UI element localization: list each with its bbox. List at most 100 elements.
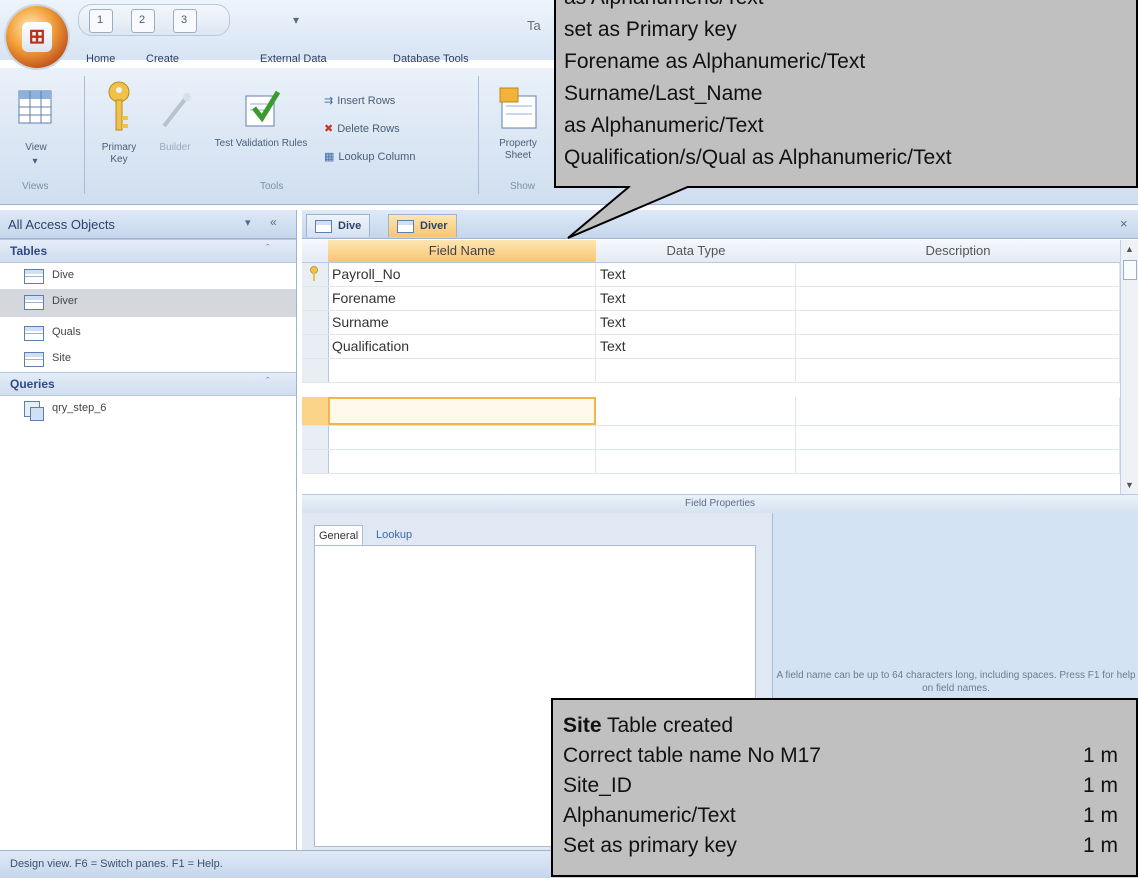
- callout-line: Correct table name No M17: [563, 744, 821, 767]
- table-row[interactable]: Surname Text: [302, 311, 1120, 335]
- nav-item-diver[interactable]: Diver: [0, 289, 296, 317]
- tab-diver[interactable]: Diver: [388, 214, 457, 237]
- callout-mark: 1 m: [1083, 744, 1119, 767]
- description-cell[interactable]: [796, 426, 1120, 449]
- row-selector[interactable]: [302, 397, 329, 425]
- qat-redo-button[interactable]: 3: [173, 9, 197, 33]
- office-button[interactable]: ⊞: [6, 6, 68, 68]
- table-row[interactable]: [302, 426, 1120, 450]
- view-label: View: [25, 142, 47, 153]
- close-icon[interactable]: ×: [1120, 216, 1128, 231]
- row-selector[interactable]: [302, 426, 329, 449]
- column-header-data-type[interactable]: Data Type: [596, 240, 797, 263]
- nav-group-queries[interactable]: Queries ˆ: [0, 372, 296, 396]
- table-row[interactable]: [302, 450, 1120, 474]
- data-type-cell[interactable]: Text: [596, 263, 796, 286]
- tab-lookup[interactable]: Lookup: [372, 525, 416, 545]
- row-selector[interactable]: [302, 311, 329, 334]
- tab-external-data[interactable]: External Data: [260, 53, 327, 65]
- description-cell[interactable]: [796, 263, 1120, 286]
- callout-title: Site Table created: [563, 714, 733, 738]
- nav-item-qry-step-6[interactable]: qry_step_6: [0, 396, 296, 422]
- scroll-down-icon[interactable]: ▼: [1125, 480, 1134, 490]
- vertical-scrollbar[interactable]: ▲ ▼: [1120, 240, 1138, 494]
- description-cell[interactable]: [796, 397, 1120, 425]
- field-name-cell[interactable]: Forename: [328, 287, 596, 310]
- tab-home[interactable]: Home: [86, 53, 115, 65]
- builder-label: Builder: [159, 142, 191, 153]
- nav-group-tables[interactable]: Tables ˆ: [0, 239, 296, 263]
- callout-line: Forename as Alphanumeric/Text: [564, 50, 866, 73]
- nav-item-label: qry_step_6: [52, 402, 107, 414]
- chevron-down-icon[interactable]: ▾: [245, 216, 251, 229]
- table-row[interactable]: Qualification Text: [302, 335, 1120, 359]
- callout-top: as Alphanumeric/Text set as Primary key …: [554, 0, 1138, 188]
- row-selector[interactable]: [302, 287, 329, 310]
- data-type-cell[interactable]: [596, 397, 796, 425]
- tab-database-tools[interactable]: Database Tools: [393, 53, 469, 65]
- table-row-current[interactable]: [302, 397, 1120, 426]
- description-cell[interactable]: [796, 335, 1120, 358]
- nav-item-site[interactable]: Site: [0, 346, 296, 372]
- data-type-cell[interactable]: [596, 450, 796, 473]
- field-properties-bar: Field Properties: [302, 494, 1138, 514]
- tab-create[interactable]: Create: [146, 53, 179, 65]
- data-type-cell[interactable]: Text: [596, 335, 796, 358]
- table-row[interactable]: [302, 359, 1120, 383]
- lookup-column-button[interactable]: ▦ Lookup Column: [324, 150, 416, 164]
- data-type-cell[interactable]: Text: [596, 311, 796, 334]
- row-selector[interactable]: [302, 335, 329, 358]
- help-text: A field name can be up to 64 characters …: [776, 670, 1136, 694]
- field-name-cell[interactable]: Payroll_No: [328, 263, 596, 286]
- field-name-cell[interactable]: [328, 426, 596, 449]
- nav-item-quals[interactable]: Quals: [0, 320, 296, 346]
- scroll-up-icon[interactable]: ▲: [1125, 244, 1134, 254]
- nav-item-dive[interactable]: Dive: [0, 263, 296, 289]
- tab-dive[interactable]: Dive: [306, 214, 371, 237]
- column-header-description[interactable]: Description: [796, 240, 1121, 263]
- group-label-tools: Tools: [260, 181, 284, 192]
- row-selector[interactable]: [302, 359, 329, 382]
- qat-undo-button[interactable]: 2: [131, 9, 155, 33]
- document-tabs: Dive Diver ×: [302, 210, 1138, 239]
- validation-check-icon: [245, 90, 280, 127]
- shutter-bar-icon[interactable]: «: [270, 215, 277, 229]
- field-name-input[interactable]: [328, 397, 596, 425]
- description-cell[interactable]: [796, 287, 1120, 310]
- lookup-column-label: Lookup Column: [338, 150, 416, 163]
- navigation-pane: All Access Objects ▾ « Tables ˆ Dive Div…: [0, 210, 297, 850]
- table-row[interactable]: Payroll_No Text: [302, 263, 1120, 287]
- callout-line: set as Primary key: [564, 18, 737, 41]
- column-header-field-name[interactable]: Field Name: [328, 240, 597, 263]
- data-type-cell[interactable]: [596, 426, 796, 449]
- primary-key-icon: [310, 266, 318, 281]
- tab-label: Dive: [338, 220, 362, 232]
- row-selector[interactable]: [302, 263, 329, 286]
- nav-group-label: Tables: [10, 244, 48, 258]
- window-title: Ta: [527, 18, 541, 33]
- qat-dropdown-icon[interactable]: ▾: [293, 13, 299, 27]
- field-name-cell[interactable]: [328, 359, 596, 382]
- key-tip: 2: [139, 14, 146, 26]
- delete-rows-icon: ✖: [324, 123, 334, 135]
- insert-rows-button[interactable]: ⇉ Insert Rows: [324, 94, 395, 108]
- row-selector[interactable]: [302, 450, 329, 473]
- delete-rows-label: Delete Rows: [337, 122, 400, 135]
- qat-save-button[interactable]: 1: [89, 9, 113, 33]
- field-name-cell[interactable]: [328, 450, 596, 473]
- insert-rows-icon: ⇉: [324, 95, 334, 107]
- key-icon: [108, 81, 130, 131]
- data-type-cell[interactable]: Text: [596, 287, 796, 310]
- description-cell[interactable]: [796, 311, 1120, 334]
- data-type-cell[interactable]: [596, 359, 796, 382]
- nav-item-label: Quals: [52, 326, 81, 338]
- delete-rows-button[interactable]: ✖ Delete Rows: [324, 122, 400, 136]
- field-name-cell[interactable]: Surname: [328, 311, 596, 334]
- nav-header[interactable]: All Access Objects ▾ «: [0, 210, 296, 239]
- field-name-cell[interactable]: Qualification: [328, 335, 596, 358]
- description-cell[interactable]: [796, 450, 1120, 473]
- tab-general[interactable]: General: [314, 525, 364, 546]
- description-cell[interactable]: [796, 359, 1120, 382]
- table-row[interactable]: Forename Text: [302, 287, 1120, 311]
- scroll-thumb[interactable]: [1123, 260, 1137, 280]
